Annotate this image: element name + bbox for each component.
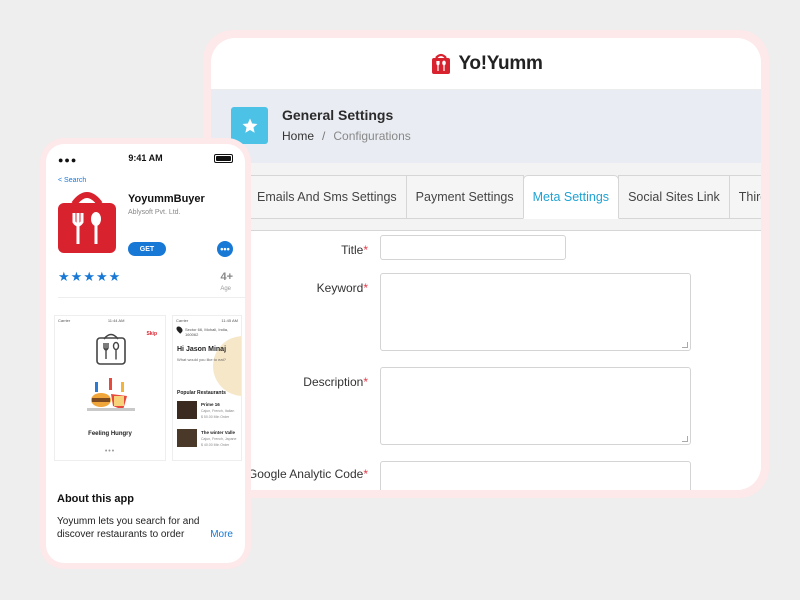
- tab-payment-settings[interactable]: Payment Settings: [405, 175, 524, 219]
- star-icon: ★: [70, 269, 83, 284]
- mini-time: 11:45 AM: [221, 318, 238, 323]
- breadcrumb-current: Configurations: [333, 129, 411, 143]
- required-mark: *: [363, 375, 368, 389]
- delivery-address: Sector 66, Mohali, India, 160062: [185, 327, 229, 337]
- skip-link: Skip: [146, 331, 157, 337]
- tab-third-party[interactable]: Third Part: [728, 175, 761, 219]
- page-indicator: •••: [104, 448, 116, 455]
- settings-tile: [231, 107, 268, 144]
- resize-handle[interactable]: [682, 436, 688, 442]
- brand-logo[interactable]: Yo!Yumm: [429, 52, 543, 76]
- title-label: Title*: [341, 243, 368, 257]
- age-label: Age: [220, 286, 231, 292]
- section-title: Popular Restaurants: [177, 390, 226, 396]
- phone-frame: ●●● 9:41 AM < Search YoyummBuyer Ablysof…: [40, 138, 251, 569]
- onboarding-caption: Feeling Hungry: [88, 431, 132, 437]
- tab-social-sites-link[interactable]: Social Sites Link: [618, 175, 730, 219]
- age-rating: 4+: [220, 271, 233, 283]
- app-screenshot-1[interactable]: Carrier 11:44 AM Skip Feeling Hungry •••: [54, 315, 166, 461]
- about-description: Yoyumm lets you search for and discover …: [57, 516, 200, 540]
- battery-icon: [214, 154, 233, 163]
- title-label-text: Title: [341, 243, 364, 257]
- resize-handle[interactable]: [682, 342, 688, 348]
- status-time: 9:41 AM: [128, 153, 163, 163]
- location-pin-icon: [175, 325, 184, 334]
- star-icon: ★: [95, 269, 108, 284]
- breadcrumb-home[interactable]: Home: [282, 129, 314, 143]
- app-name: YoyummBuyer: [128, 193, 205, 205]
- more-options-button[interactable]: •••: [217, 241, 233, 257]
- app-developer: Ablysoft Pvt. Ltd.: [128, 209, 181, 216]
- description-textarea[interactable]: [380, 367, 691, 445]
- restaurant-name: Prime 16: [201, 402, 220, 407]
- tabs-area: Emails And Sms Settings Payment Settings…: [211, 163, 761, 231]
- mini-carrier: Carrier: [176, 318, 189, 323]
- restaurant-cuisine: Cajun, French, Italian: [201, 409, 235, 413]
- rating-stars: ★ ★ ★ ★ ★: [58, 270, 120, 283]
- page-title: General Settings: [282, 107, 394, 123]
- greeting-prompt: What would you like to eat?: [177, 357, 226, 362]
- greeting: Hi Jason Minaj: [177, 346, 227, 353]
- mini-carrier: Carrier: [58, 318, 71, 323]
- more-link[interactable]: More: [210, 529, 233, 540]
- battery-fill: [216, 156, 231, 161]
- brand-bar: Yo!Yumm: [211, 38, 761, 90]
- breadcrumb: Home / Configurations: [282, 129, 411, 143]
- settings-tabs: Emails And Sms Settings Payment Settings…: [247, 175, 761, 219]
- phone-screen: ●●● 9:41 AM < Search YoyummBuyer Ablysof…: [46, 144, 245, 563]
- star-icon: ★: [108, 269, 121, 284]
- tab-emails-and-sms[interactable]: Emails And Sms Settings: [247, 175, 407, 219]
- required-mark: *: [363, 467, 368, 481]
- app-screenshot-2[interactable]: Carrier 11:45 AM Sector 66, Mohali, Indi…: [172, 315, 242, 461]
- breadcrumb-separator: /: [322, 129, 326, 143]
- food-illustration-icon: [87, 378, 135, 411]
- admin-window: Yo!Yumm General Settings Home / Configur…: [211, 38, 761, 490]
- keyword-label: Keyword*: [317, 281, 368, 295]
- analytics-label: Google Analytic Code*: [248, 467, 368, 481]
- description-label-text: Description: [303, 375, 364, 389]
- restaurant-min-order: $ 50.00 Min Order: [201, 415, 230, 419]
- basket-logo-icon: [432, 53, 451, 74]
- app-basket-icon: [58, 192, 116, 253]
- brand-name: Yo!Yumm: [458, 52, 543, 74]
- star-icon: [242, 118, 257, 133]
- analytics-label-text: Google Analytic Code: [247, 467, 364, 481]
- back-to-search-link[interactable]: < Search: [58, 177, 86, 184]
- star-icon: ★: [83, 269, 95, 284]
- about-title: About this app: [57, 493, 134, 505]
- meta-settings-form: Title* Keyword* Description* Google Anal…: [247, 230, 761, 490]
- restaurant-min-order: $ 40.00 Min Order: [201, 443, 230, 447]
- title-input[interactable]: [380, 235, 566, 260]
- mini-status-bar: Carrier 11:45 AM: [176, 318, 238, 323]
- tab-meta-settings[interactable]: Meta Settings: [522, 175, 620, 219]
- required-mark: *: [363, 243, 368, 257]
- restaurant-image: [177, 401, 197, 419]
- required-mark: *: [363, 281, 368, 295]
- analytics-textarea[interactable]: [380, 461, 691, 490]
- restaurant-image: [177, 429, 197, 447]
- page-header: General Settings Home / Configurations: [211, 90, 761, 163]
- divider: [58, 297, 245, 298]
- header-blob: [213, 336, 241, 396]
- basket-outline-icon: [96, 333, 126, 365]
- restaurant-name: The winter Valle: [201, 430, 236, 435]
- restaurant-cuisine: Cajun, French, Japane: [201, 437, 237, 441]
- keyword-textarea[interactable]: [380, 273, 691, 351]
- description-label: Description*: [303, 375, 368, 389]
- status-bar: ●●● 9:41 AM: [58, 153, 233, 165]
- mini-status-bar: Carrier 11:44 AM: [58, 318, 162, 323]
- admin-window-frame: Yo!Yumm General Settings Home / Configur…: [203, 30, 769, 498]
- get-button[interactable]: GET: [128, 242, 166, 256]
- keyword-label-text: Keyword: [316, 281, 364, 295]
- mini-time: 11:44 AM: [107, 318, 125, 323]
- star-icon: ★: [58, 269, 70, 284]
